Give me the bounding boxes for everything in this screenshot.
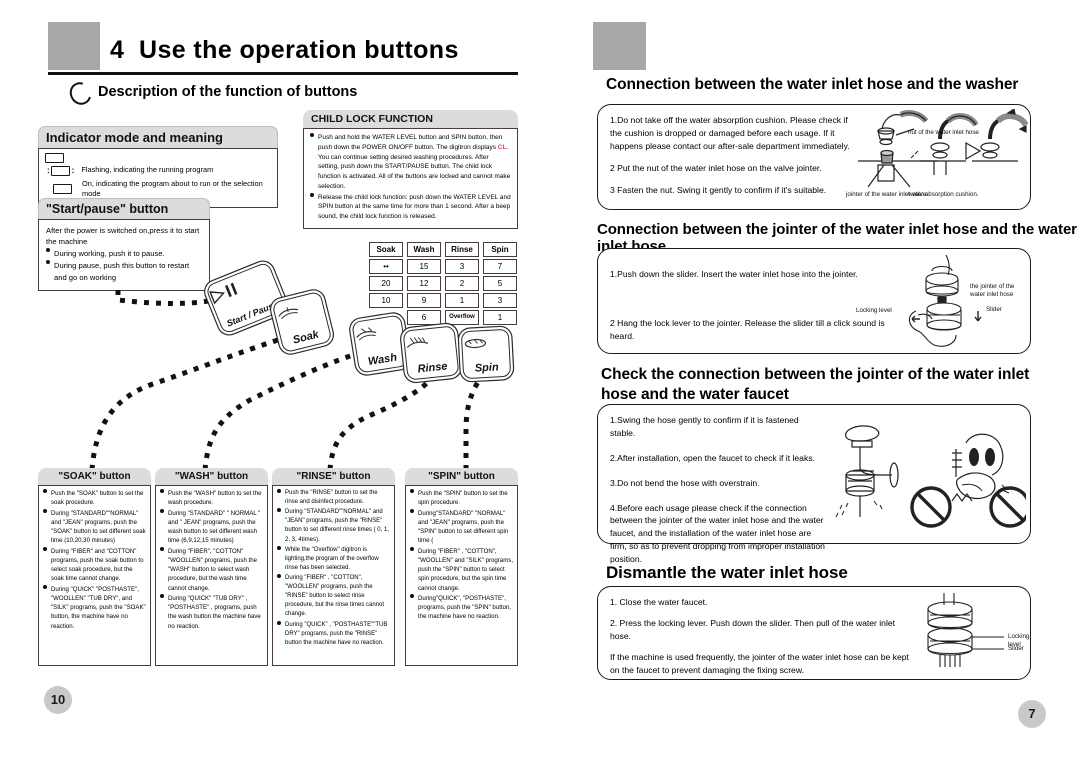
key-spin[interactable]: Spin bbox=[460, 328, 512, 380]
soak-icon bbox=[274, 297, 324, 322]
list-item: During "FIBER", "COTTON" "WOOLLEN" progr… bbox=[160, 546, 263, 593]
list-item: During "FIBER" , "COTTON", "WOOLLEN" pro… bbox=[277, 573, 390, 620]
box-body: Push the "RINSE" button to set the rinse… bbox=[272, 485, 395, 666]
paragraph: 1.Do not take off the water absorption c… bbox=[610, 115, 850, 151]
box-body: Push the "SPIN" button to set the spin p… bbox=[405, 485, 518, 666]
section-title-1: Connection between the water inlet hose … bbox=[606, 76, 1019, 93]
paragraph: 4.Before each usage please check if the … bbox=[610, 502, 825, 565]
bullet-icon bbox=[160, 508, 164, 513]
section-card-2: 1.Push down the slider. Insert the water… bbox=[597, 248, 1031, 354]
wash-icon bbox=[353, 320, 403, 341]
bullet-icon bbox=[160, 489, 164, 493]
section-card-1: 1.Do not take off the water absorption c… bbox=[597, 104, 1031, 210]
section-badge bbox=[593, 22, 646, 70]
bullet-icon bbox=[160, 593, 164, 598]
label-slider: Slider bbox=[986, 306, 1002, 313]
bullet-icon bbox=[277, 508, 281, 513]
list-item: While the "Overflow" digitron is lightin… bbox=[277, 545, 390, 573]
bullet-icon bbox=[43, 584, 47, 589]
faucet-warning-diagram bbox=[835, 425, 1026, 528]
manual-spread: 4 Use the operation buttons Description … bbox=[0, 0, 1080, 764]
bullet-icon bbox=[277, 620, 281, 625]
paragraph: 1.Swing the hose gently to confirm if it… bbox=[610, 415, 799, 438]
list-item: During "QUICK" "TUB DRY" , "POSTHASTE" ,… bbox=[160, 593, 263, 631]
box-body: Push the "WASH" button to set the wash p… bbox=[155, 485, 268, 666]
wash-button-box: "WASH" button Push the "WASH" button to … bbox=[155, 468, 268, 673]
spin-icon bbox=[462, 335, 509, 350]
box-title: "RINSE" button bbox=[272, 468, 395, 485]
jointer-hand-diagram bbox=[908, 254, 982, 347]
paragraph: 2.After installation, open the faucet to… bbox=[610, 452, 815, 463]
list-item: During "STANDARD""NORMAL" and "JEAN" pro… bbox=[277, 508, 390, 544]
paragraph: 2 Put the nut of the water inlet hose on… bbox=[610, 162, 822, 173]
bullet-icon bbox=[43, 489, 47, 493]
section-card-3: 1.Swing the hose gently to confirm if it… bbox=[597, 404, 1031, 564]
box-title: "SPIN" button bbox=[405, 468, 518, 485]
rinse-icon bbox=[404, 331, 455, 350]
box-title: "SOAK" button bbox=[38, 468, 151, 485]
list-item: During "STANDARD" " NORMAL " and " JEAN"… bbox=[160, 508, 263, 546]
bullet-icon bbox=[410, 508, 414, 513]
list-item: Push the "WASH" button to set the wash p… bbox=[160, 489, 263, 508]
rinse-button-box: "RINSE" button Push the "RINSE" button t… bbox=[272, 468, 395, 673]
label-nut: nut of the water inlet hose bbox=[908, 129, 979, 136]
paragraph: 1. Close the water faucet. bbox=[610, 597, 708, 607]
soak-button-box: "SOAK" button Push the "SOAK" button to … bbox=[38, 468, 151, 673]
box-title: "WASH" button bbox=[155, 468, 268, 485]
list-item: Push the "SOAK" button to set the soak p… bbox=[43, 489, 146, 508]
page-number-right: 7 bbox=[1018, 700, 1046, 728]
paragraph: 3 Fasten the nut. Swing it gently to con… bbox=[610, 184, 827, 195]
bullet-icon bbox=[43, 508, 47, 513]
label-jointer-hose: the jointer of the water inlet hose bbox=[970, 283, 1015, 299]
bullet-icon bbox=[410, 546, 414, 551]
key-label: Spin bbox=[474, 361, 499, 375]
section-title-3: Check the connection between the jointer… bbox=[601, 366, 1030, 404]
section-card-4: 1. Close the water faucet. 2. Press the … bbox=[597, 586, 1031, 680]
label-slider: Slider bbox=[1008, 645, 1024, 652]
key-wash[interactable]: Wash bbox=[351, 314, 409, 374]
box-body: Push the "SOAK" button to set the soak p… bbox=[38, 485, 151, 666]
list-item: During "STANDARD""NORMAL" and "JEAN" pro… bbox=[43, 508, 146, 546]
list-item: Push the "SPIN" button to set the spin p… bbox=[410, 489, 513, 508]
paragraph: 1.Push down the slider. Insert the water… bbox=[610, 269, 858, 279]
list-item: Push the "RINSE" button to set the rinse… bbox=[277, 489, 390, 507]
bullet-icon bbox=[160, 546, 164, 551]
bullet-icon bbox=[277, 489, 281, 493]
list-item: During"QUICK", "POSTHASTE", programs, pu… bbox=[410, 593, 513, 622]
key-label: Rinse bbox=[417, 360, 449, 376]
paragraph: 2 Hang the lock lever to the jointer. Re… bbox=[610, 317, 885, 341]
key-rinse[interactable]: Rinse bbox=[402, 325, 460, 381]
bullet-icon bbox=[410, 489, 414, 493]
label-locking-level: Locking level bbox=[856, 307, 892, 314]
list-item: During "QUICK" , "POSTHASTE""TUB DRY" pr… bbox=[277, 620, 390, 648]
paragraph: If the machine is used frequently, the j… bbox=[610, 651, 909, 675]
key-label: Wash bbox=[367, 351, 398, 369]
list-item: During "QUICK" "POSTHASTE", "WOOLLEN" "T… bbox=[43, 584, 146, 631]
list-item: During"STANDARD" "NORMAL" and "JEAN" pro… bbox=[410, 508, 513, 546]
bullet-icon bbox=[410, 593, 414, 598]
bullet-icon bbox=[277, 545, 281, 550]
list-item: During "FIBER" and "COTTON" programs, pu… bbox=[43, 546, 146, 584]
label-cushion: water absorption cushion. bbox=[908, 191, 979, 198]
bullet-icon bbox=[277, 573, 281, 578]
bullet-icon bbox=[43, 546, 47, 551]
paragraph: 3.Do not bend the hose with overstrain. bbox=[610, 477, 760, 488]
list-item: During "FIBER" , "COTTON", "WOOLLEN" and… bbox=[410, 546, 513, 593]
paragraph: 2. Press the locking lever. Push down th… bbox=[610, 617, 896, 641]
section-title-4: Dismantle the water inlet hose bbox=[606, 563, 848, 582]
spin-button-box: "SPIN" button Push the "SPIN" button to … bbox=[405, 468, 518, 673]
page-number-left: 10 bbox=[44, 686, 72, 714]
